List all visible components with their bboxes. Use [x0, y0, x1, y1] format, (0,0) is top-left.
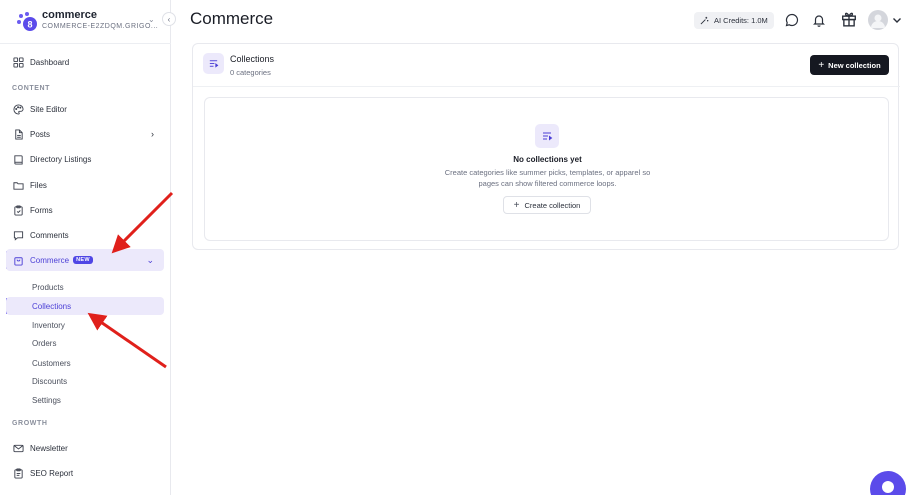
sidebar-item-label: Directory Listings: [30, 154, 92, 164]
sidebar-item-label: SEO Report: [30, 468, 74, 478]
site-name: commerce: [42, 9, 98, 21]
new-collection-label: New collection: [828, 60, 881, 70]
sidebar-item-label: Site Editor: [30, 104, 67, 114]
collections-icon: [203, 53, 224, 74]
shopping-bag-icon: [12, 254, 24, 266]
collections-icon: [535, 124, 559, 148]
bell-icon: [813, 15, 825, 27]
sidebar-item-label: Posts: [30, 129, 51, 139]
comment-icon: [12, 229, 24, 241]
empty-state-title: No collections yet: [513, 155, 582, 164]
create-collection-button[interactable]: + Create collection: [503, 196, 591, 214]
divider: [193, 86, 900, 87]
sidebar-item-dashboard[interactable]: Dashboard: [6, 51, 164, 73]
sidebar-item-label: Dashboard: [30, 57, 70, 67]
notifications-button[interactable]: [811, 12, 827, 28]
sidebar: 8 commerce COMMERCE-E2ZDQM.GRIGO... ⌄ ‹ …: [0, 0, 176, 495]
sidebar-subitem-customers[interactable]: Customers: [6, 354, 164, 372]
magic-wand-icon: [700, 16, 709, 25]
chat-bubble-icon: [882, 481, 894, 493]
sidebar-subitem-settings[interactable]: Settings: [6, 391, 164, 409]
sidebar-subitem-collections[interactable]: Collections: [6, 297, 164, 315]
clipboard-icon: [12, 204, 24, 216]
book-icon: [12, 153, 24, 165]
sidebar-subitem-orders[interactable]: Orders: [6, 334, 164, 352]
section-label-content: CONTENT: [12, 85, 51, 92]
sidebar-item-directory-listings[interactable]: Directory Listings: [6, 148, 164, 170]
collections-card: Collections 0 categories + New collectio…: [192, 43, 900, 250]
sidebar-item-newsletter[interactable]: Newsletter: [6, 437, 164, 459]
empty-state-description: Create categories like summer picks, tem…: [444, 168, 651, 188]
palette-icon: [12, 103, 24, 115]
collections-count: 0 categories: [230, 68, 271, 77]
sidebar-item-label: Files: [30, 180, 47, 190]
chevron-right-icon: ›: [151, 129, 154, 139]
collapse-sidebar-button[interactable]: ‹: [162, 12, 176, 26]
sidebar-item-commerce[interactable]: Commerce NEW ⌄: [6, 249, 164, 271]
new-collection-button[interactable]: + New collection: [810, 55, 889, 75]
sidebar-item-site-editor[interactable]: Site Editor: [6, 98, 164, 120]
ai-credits-button[interactable]: AI Credits: 1.0M: [694, 12, 774, 29]
sidebar-item-label: Newsletter: [30, 443, 68, 453]
sidebar-subitem-discounts[interactable]: Discounts: [6, 372, 164, 390]
sidebar-item-label: Forms: [30, 205, 53, 215]
sidebar-subitem-inventory[interactable]: Inventory: [6, 316, 164, 334]
user-icon: [871, 14, 885, 28]
divider: [0, 43, 171, 44]
chevron-left-icon: ‹: [167, 14, 171, 24]
mail-icon: [12, 442, 24, 454]
section-label-growth: GROWTH: [12, 420, 48, 427]
svg-text:8: 8: [27, 20, 32, 30]
gifts-button[interactable]: [840, 10, 858, 28]
brand-logo: 8: [17, 12, 37, 31]
chat-icon: [785, 13, 799, 27]
collections-title: Collections: [230, 54, 275, 64]
sidebar-subitem-products[interactable]: Products: [6, 278, 164, 296]
site-switcher[interactable]: 8 commerce COMMERCE-E2ZDQM.GRIGO... ⌄: [12, 8, 172, 38]
plus-icon: +: [513, 199, 520, 211]
chat-button[interactable]: [784, 12, 800, 28]
sidebar-item-comments[interactable]: Comments: [6, 224, 164, 246]
gift-icon: [842, 12, 856, 27]
sidebar-item-seo-report[interactable]: SEO Report: [6, 462, 164, 484]
create-collection-label: Create collection: [524, 200, 581, 210]
empty-state: No collections yet Create categories lik…: [204, 97, 889, 241]
folder-icon: [12, 179, 24, 191]
ai-credits-label: AI Credits: 1.0M: [714, 16, 768, 25]
chevron-down-icon: ⌄: [146, 254, 154, 265]
site-domain: COMMERCE-E2ZDQM.GRIGO...: [42, 23, 159, 30]
support-chat-button[interactable]: [870, 471, 906, 495]
sidebar-item-files[interactable]: Files: [6, 174, 164, 196]
chevron-down-icon[interactable]: [891, 14, 903, 26]
sidebar-item-label: Comments: [30, 230, 69, 240]
sidebar-item-posts[interactable]: Posts ›: [6, 123, 164, 145]
report-icon: [12, 467, 24, 479]
sidebar-item-label: Commerce: [30, 255, 70, 265]
document-icon: [12, 128, 24, 140]
page-title: Commerce: [190, 9, 274, 28]
chevron-down-icon: ⌄: [148, 15, 155, 24]
new-badge: NEW: [73, 256, 93, 264]
dashboard-icon: [12, 56, 24, 68]
plus-icon: +: [818, 59, 825, 71]
user-avatar[interactable]: [868, 10, 888, 30]
sidebar-item-forms[interactable]: Forms: [6, 199, 164, 221]
